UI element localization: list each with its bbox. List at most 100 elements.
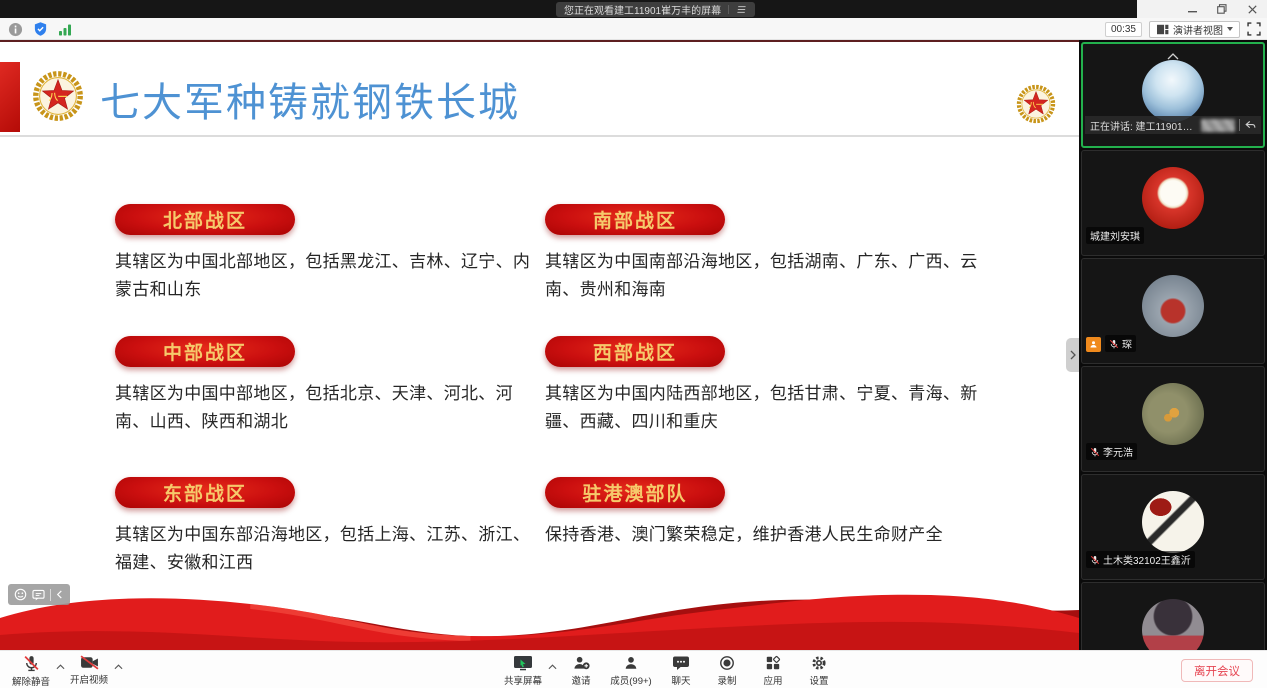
participant-name: 土木类32102王鑫沂 <box>1103 552 1191 567</box>
section-pill: 东部战区 <box>115 477 295 508</box>
meeting-timer: 00:35 <box>1105 22 1142 37</box>
emoji-reaction-icon[interactable] <box>14 588 27 601</box>
title-divider-line <box>0 135 1079 137</box>
quick-chat-icon[interactable] <box>32 589 45 601</box>
section-hk-macau-garrison: 驻港澳部队 保持香港、澳门繁荣稳定，维护香港人民生命财产全 <box>545 477 995 549</box>
unmute-button[interactable]: 解除静音 <box>8 651 54 688</box>
record-label: 录制 <box>717 673 736 687</box>
video-options-caret[interactable] <box>112 651 124 670</box>
avatar <box>1142 275 1204 337</box>
restore-icon <box>1217 4 1227 14</box>
participant-tile[interactable]: 李元浩 <box>1081 366 1265 472</box>
avatar <box>1142 383 1204 445</box>
section-pill-label: 东部战区 <box>163 479 247 506</box>
participant-tile[interactable]: 城建刘安琪 <box>1081 150 1265 256</box>
members-icon <box>623 655 639 671</box>
main-area: 八一 七大军种铸就钢铁长城 八一 北部战区 其辖区为中国北部地区，包括黑龙江、吉… <box>0 40 1267 650</box>
view-mode-caret-icon <box>1227 27 1233 31</box>
restore-button[interactable] <box>1207 0 1237 18</box>
participant-name: 正在讲话: 建工11901崔万... <box>1090 118 1197 133</box>
avatar <box>1142 167 1204 229</box>
toolbar-left-icons <box>8 18 72 40</box>
start-video-label: 开启视频 <box>70 672 108 686</box>
chat-label: 聊天 <box>671 673 690 687</box>
network-signal-icon[interactable] <box>58 23 72 36</box>
center-controls: 共享屏幕 邀请 成员(99+) <box>500 651 842 688</box>
mic-muted-icon <box>1090 555 1100 565</box>
fullscreen-icon[interactable] <box>1247 22 1261 36</box>
meeting-control-bar: 解除静音 开启视频 <box>0 650 1267 688</box>
section-desc: 其辖区为中国南部沿海地区，包括湖南、广东、广西、云南、贵州和海南 <box>545 248 995 303</box>
participant-name-chip: 土木类32102王鑫沂 <box>1086 551 1195 568</box>
reply-arrow-icon[interactable] <box>1244 119 1256 131</box>
participants-sidebar: 正在讲话: 建工11901崔万... 城建刘安琪 <box>1079 40 1267 650</box>
share-screen-button[interactable]: 共享屏幕 <box>500 651 546 687</box>
security-shield-icon[interactable] <box>33 21 48 37</box>
section-pill: 西部战区 <box>545 336 725 367</box>
start-video-button[interactable]: 开启视频 <box>66 651 112 686</box>
reaction-toolbar <box>8 584 70 605</box>
record-button[interactable]: 录制 <box>704 651 750 687</box>
meeting-info-icon[interactable] <box>8 22 23 37</box>
invite-button[interactable]: 邀请 <box>558 651 604 687</box>
unmute-label: 解除静音 <box>12 674 50 688</box>
section-desc: 其辖区为中国内陆西部地区，包括甘肃、宁夏、青海、新疆、西藏、四川和重庆 <box>545 380 995 435</box>
slide-title: 七大军种铸就钢铁长城 <box>100 70 520 128</box>
participant-tile-speaker[interactable]: 正在讲话: 建工11901崔万... <box>1081 42 1265 148</box>
slide-red-accent-block <box>0 62 20 132</box>
invite-person-icon <box>573 655 590 671</box>
chat-button[interactable]: 聊天 <box>658 651 704 687</box>
divider <box>50 589 51 601</box>
close-button[interactable] <box>1237 0 1267 18</box>
leave-meeting-button[interactable]: 离开会议 <box>1181 659 1253 682</box>
watching-banner: 您正在观看建工11901崔万丰的屏幕 <box>556 2 755 17</box>
participant-name: 城建刘安琪 <box>1090 228 1140 243</box>
audio-video-controls: 解除静音 开启视频 <box>8 651 124 688</box>
section-pill-label: 中部战区 <box>163 338 247 365</box>
section-desc: 其辖区为中国中部地区，包括北京、天津、河北、河南、山西、陕西和湖北 <box>115 380 535 435</box>
share-options-caret[interactable] <box>546 651 558 670</box>
participant-name: 李元浩 <box>1103 444 1133 459</box>
section-east-theater: 东部战区 其辖区为中国东部沿海地区，包括上海、江苏、浙江、福建、安徽和江西 <box>115 477 535 576</box>
svg-text:八一: 八一 <box>48 92 68 102</box>
settings-button[interactable]: 设置 <box>796 651 842 687</box>
members-button[interactable]: 成员(99+) <box>604 651 658 687</box>
apps-button[interactable]: 应用 <box>750 651 796 687</box>
avatar <box>1142 491 1204 553</box>
banner-menu-icon[interactable] <box>735 5 747 14</box>
mic-muted-icon <box>23 655 40 672</box>
section-pill: 中部战区 <box>115 336 295 367</box>
participant-tile[interactable] <box>1081 582 1265 650</box>
collapse-left-icon[interactable] <box>56 590 63 599</box>
speaker-view-layout-icon <box>1156 24 1169 35</box>
watching-banner-text: 您正在观看建工11901崔万丰的屏幕 <box>564 2 721 17</box>
meeting-toolbar-top: 00:35 演讲者视图 <box>0 18 1267 40</box>
mic-muted-icon <box>1109 339 1119 349</box>
hand-raised-badge-icon <box>1086 337 1101 352</box>
section-south-theater: 南部战区 其辖区为中国南部沿海地区，包括湖南、广东、广西、云南、贵州和海南 <box>545 204 995 303</box>
participant-tile[interactable]: 琛 <box>1081 258 1265 364</box>
avatar <box>1142 599 1204 650</box>
svg-text:八一: 八一 <box>1028 101 1043 109</box>
camera-off-icon <box>80 655 99 670</box>
share-screen-icon <box>513 655 533 671</box>
blurred-region <box>1201 119 1235 132</box>
share-screen-label: 共享屏幕 <box>504 673 542 687</box>
view-mode-button[interactable]: 演讲者视图 <box>1149 21 1240 38</box>
section-pill-label: 驻港澳部队 <box>582 479 687 506</box>
avatar <box>1142 60 1204 122</box>
settings-label: 设置 <box>809 673 828 687</box>
section-north-theater: 北部战区 其辖区为中国北部地区，包括黑龙江、吉林、辽宁、内蒙古和山东 <box>115 204 535 303</box>
section-central-theater: 中部战区 其辖区为中国中部地区，包括北京、天津、河北、河南、山西、陕西和湖北 <box>115 336 535 435</box>
pla-emblem-right: 八一 <box>1016 84 1056 124</box>
minimize-button[interactable] <box>1177 0 1207 18</box>
section-desc: 其辖区为中国北部地区，包括黑龙江、吉林、辽宁、内蒙古和山东 <box>115 248 535 303</box>
chat-icon <box>672 655 690 671</box>
members-label: 成员(99+) <box>610 673 651 687</box>
invite-label: 邀请 <box>571 673 590 687</box>
audio-options-caret[interactable] <box>54 651 66 670</box>
view-mode-label: 演讲者视图 <box>1173 22 1223 37</box>
participant-tile[interactable]: 土木类32102王鑫沂 <box>1081 474 1265 580</box>
section-pill: 驻港澳部队 <box>545 477 725 508</box>
sidebar-toggle-tab[interactable] <box>1066 338 1079 372</box>
